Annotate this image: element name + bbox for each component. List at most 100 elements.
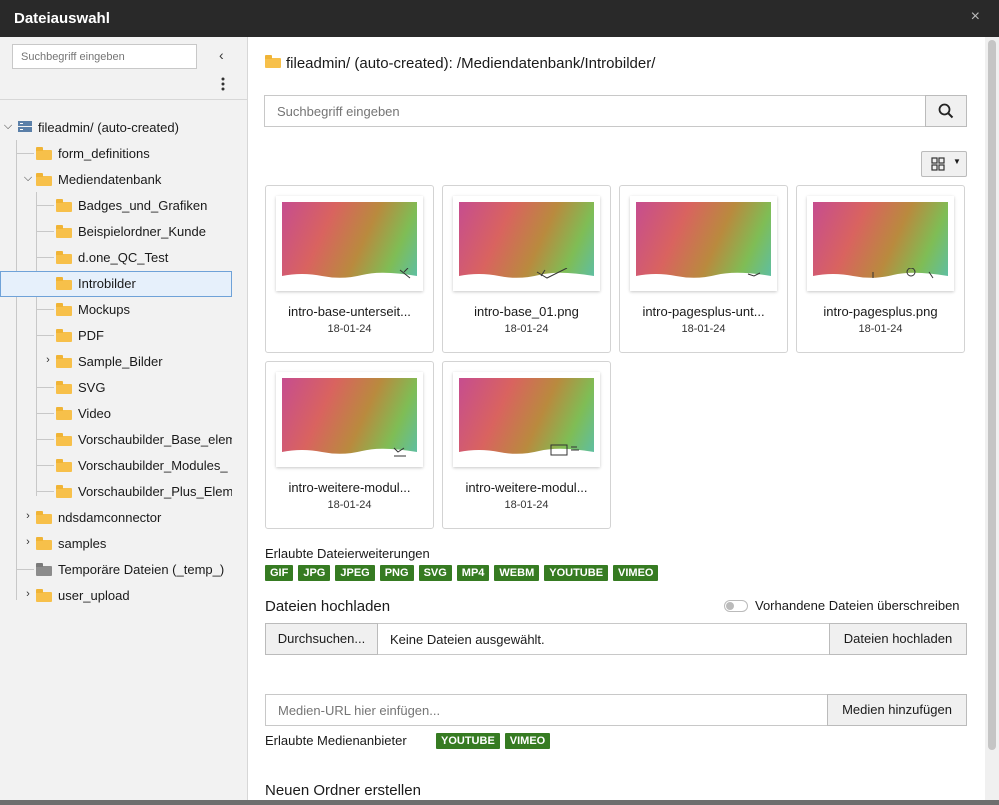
folder-icon bbox=[56, 277, 72, 290]
tree-node-pdf[interactable]: PDF bbox=[0, 323, 232, 349]
tree-node-svg[interactable]: SVG bbox=[0, 375, 232, 401]
tree-node-label: ndsdamconnector bbox=[58, 510, 162, 525]
search-icon bbox=[938, 103, 954, 119]
folder-icon bbox=[56, 381, 72, 394]
tree-node-ndsdamconnector[interactable]: › ndsdamconnector bbox=[0, 505, 232, 531]
file-card[interactable]: intro-pagesplus-unt... 18-01-24 bbox=[619, 185, 788, 353]
selected-files-text: Keine Dateien ausgewählt. bbox=[378, 623, 830, 655]
tree-node-done-qc[interactable]: d.one_QC_Test bbox=[0, 245, 232, 271]
ext-badge: SVG bbox=[418, 565, 452, 581]
chevron-right-icon[interactable]: › bbox=[43, 354, 53, 366]
tree-node-label: fileadmin/ (auto-created) bbox=[38, 120, 179, 135]
upload-button[interactable]: Dateien hochladen bbox=[829, 623, 967, 655]
collapse-sidebar-icon[interactable]: ‹ bbox=[219, 47, 224, 63]
scrollbar-thumb[interactable] bbox=[988, 40, 996, 750]
provider-badge: YOUTUBE bbox=[436, 733, 500, 749]
file-date: 18-01-24 bbox=[327, 323, 372, 335]
browse-button[interactable]: Durchsuchen... bbox=[265, 623, 378, 655]
close-icon[interactable]: × bbox=[971, 8, 980, 26]
file-card[interactable]: intro-weitere-modul... 18-01-24 bbox=[265, 361, 434, 529]
folder-icon bbox=[36, 589, 52, 602]
file-thumbnail bbox=[453, 196, 600, 291]
tree-node-video[interactable]: Video bbox=[0, 401, 232, 427]
file-thumbnail bbox=[276, 196, 423, 291]
tree-node-temp[interactable]: Temporäre Dateien (_temp_) bbox=[0, 557, 232, 583]
tree-node-label: Mockups bbox=[78, 302, 131, 317]
file-card[interactable]: intro-base_01.png 18-01-24 bbox=[442, 185, 611, 353]
ext-badge: WEBM bbox=[494, 565, 540, 581]
file-card[interactable]: intro-base-unterseit... 18-01-24 bbox=[265, 185, 434, 353]
tree-node-label: Vorschaubilder_Plus_Elements bbox=[78, 484, 232, 499]
tree-node-form-definitions[interactable]: form_definitions bbox=[0, 141, 232, 167]
tree-node-badges[interactable]: Badges_und_Grafiken bbox=[0, 193, 232, 219]
tree-search-input[interactable] bbox=[12, 44, 197, 69]
ext-badge: VIMEO bbox=[613, 565, 659, 581]
file-name: intro-weitere-modul... bbox=[288, 480, 411, 495]
chevron-right-icon[interactable]: › bbox=[23, 510, 33, 522]
tree-node-label: Temporäre Dateien (_temp_) bbox=[58, 562, 225, 577]
tree-node-label: Vorschaubilder_Base_elements bbox=[78, 432, 232, 447]
tree-node-mockups[interactable]: Mockups bbox=[0, 297, 232, 323]
file-search-input[interactable] bbox=[264, 95, 926, 127]
dialog-titlebar: Dateiauswahl × bbox=[0, 0, 999, 37]
chevron-down-icon[interactable]: ⌵ bbox=[23, 172, 33, 185]
folder-icon bbox=[56, 433, 72, 446]
tree-node-label: Mediendatenbank bbox=[58, 172, 162, 187]
view-mode-dropdown[interactable]: ▼ bbox=[921, 151, 967, 177]
providers-label: Erlaubte Medienanbieter bbox=[265, 733, 407, 748]
tree-node-samples[interactable]: › samples bbox=[0, 531, 232, 557]
tree-node-label: SVG bbox=[78, 380, 106, 395]
add-media-button[interactable]: Medien hinzufügen bbox=[827, 694, 967, 726]
tree-node-beispielordner[interactable]: Beispielordner_Kunde bbox=[0, 219, 232, 245]
tree-node-introbilder[interactable]: Introbilder bbox=[0, 271, 232, 297]
folder-icon bbox=[56, 485, 72, 498]
folder-icon bbox=[56, 407, 72, 420]
file-card[interactable]: intro-pagesplus.png 18-01-24 bbox=[796, 185, 965, 353]
file-name: intro-base-unterseit... bbox=[288, 304, 411, 319]
tree-node-sample-bilder[interactable]: › Sample_Bilder bbox=[0, 349, 232, 375]
search-button[interactable] bbox=[925, 95, 967, 127]
toggle-switch[interactable] bbox=[724, 600, 748, 612]
provider-badge: VIMEO bbox=[504, 733, 551, 749]
tree-node-fileadmin[interactable]: ⌵ fileadmin/ (auto-created) bbox=[0, 115, 232, 141]
folder-icon bbox=[265, 55, 281, 68]
chevron-right-icon[interactable]: › bbox=[23, 536, 33, 548]
file-thumbnail bbox=[453, 372, 600, 467]
storage-icon bbox=[17, 120, 33, 132]
chevron-right-icon[interactable]: › bbox=[23, 588, 33, 600]
upload-heading: Dateien hochladen bbox=[265, 598, 391, 615]
new-folder-heading: Neuen Ordner erstellen bbox=[265, 782, 421, 799]
file-name: intro-pagesplus.png bbox=[823, 304, 938, 319]
tree-node-user-upload[interactable]: › user_upload bbox=[0, 583, 232, 609]
file-date: 18-01-24 bbox=[504, 499, 549, 511]
tree-node-mediendatenbank[interactable]: ⌵ Mediendatenbank bbox=[0, 167, 232, 193]
file-thumbnail bbox=[276, 372, 423, 467]
tree-node-vorschau-modules[interactable]: Vorschaubilder_Modules_ bbox=[0, 453, 232, 479]
tree-node-label: samples bbox=[58, 536, 107, 551]
file-name: intro-pagesplus-unt... bbox=[642, 304, 765, 319]
file-date: 18-01-24 bbox=[681, 323, 726, 335]
tree-node-label: Video bbox=[78, 406, 112, 421]
file-thumbnail bbox=[630, 196, 777, 291]
ext-badge: YOUTUBE bbox=[544, 565, 609, 581]
folder-icon bbox=[56, 199, 72, 212]
chevron-down-icon[interactable]: ⌵ bbox=[3, 120, 13, 133]
tree-node-label: PDF bbox=[78, 328, 104, 343]
ext-badge: MP4 bbox=[456, 565, 490, 581]
tree-node-vorschau-plus[interactable]: Vorschaubilder_Plus_Elements bbox=[0, 479, 232, 505]
file-browser-main: fileadmin/ (auto-created): /Mediendatenb… bbox=[249, 37, 985, 805]
tree-node-vorschau-base[interactable]: Vorschaubilder_Base_elements bbox=[0, 427, 232, 453]
tree-menu-icon[interactable] bbox=[221, 77, 225, 91]
media-url-row: Medien hinzufügen bbox=[265, 694, 967, 726]
tree-node-label: Beispielordner_Kunde bbox=[78, 224, 206, 239]
upload-row: Durchsuchen... Keine Dateien ausgewählt.… bbox=[265, 623, 967, 655]
file-card[interactable]: intro-weitere-modul... 18-01-24 bbox=[442, 361, 611, 529]
folder-icon bbox=[56, 355, 72, 368]
tree-node-label: d.one_QC_Test bbox=[78, 250, 169, 265]
tree-node-label: Introbilder bbox=[78, 276, 136, 291]
caret-down-icon: ▼ bbox=[953, 157, 961, 166]
media-url-input[interactable] bbox=[265, 694, 828, 726]
folder-icon bbox=[56, 329, 72, 342]
temp-folder-icon bbox=[36, 563, 52, 576]
folder-icon bbox=[56, 251, 72, 264]
